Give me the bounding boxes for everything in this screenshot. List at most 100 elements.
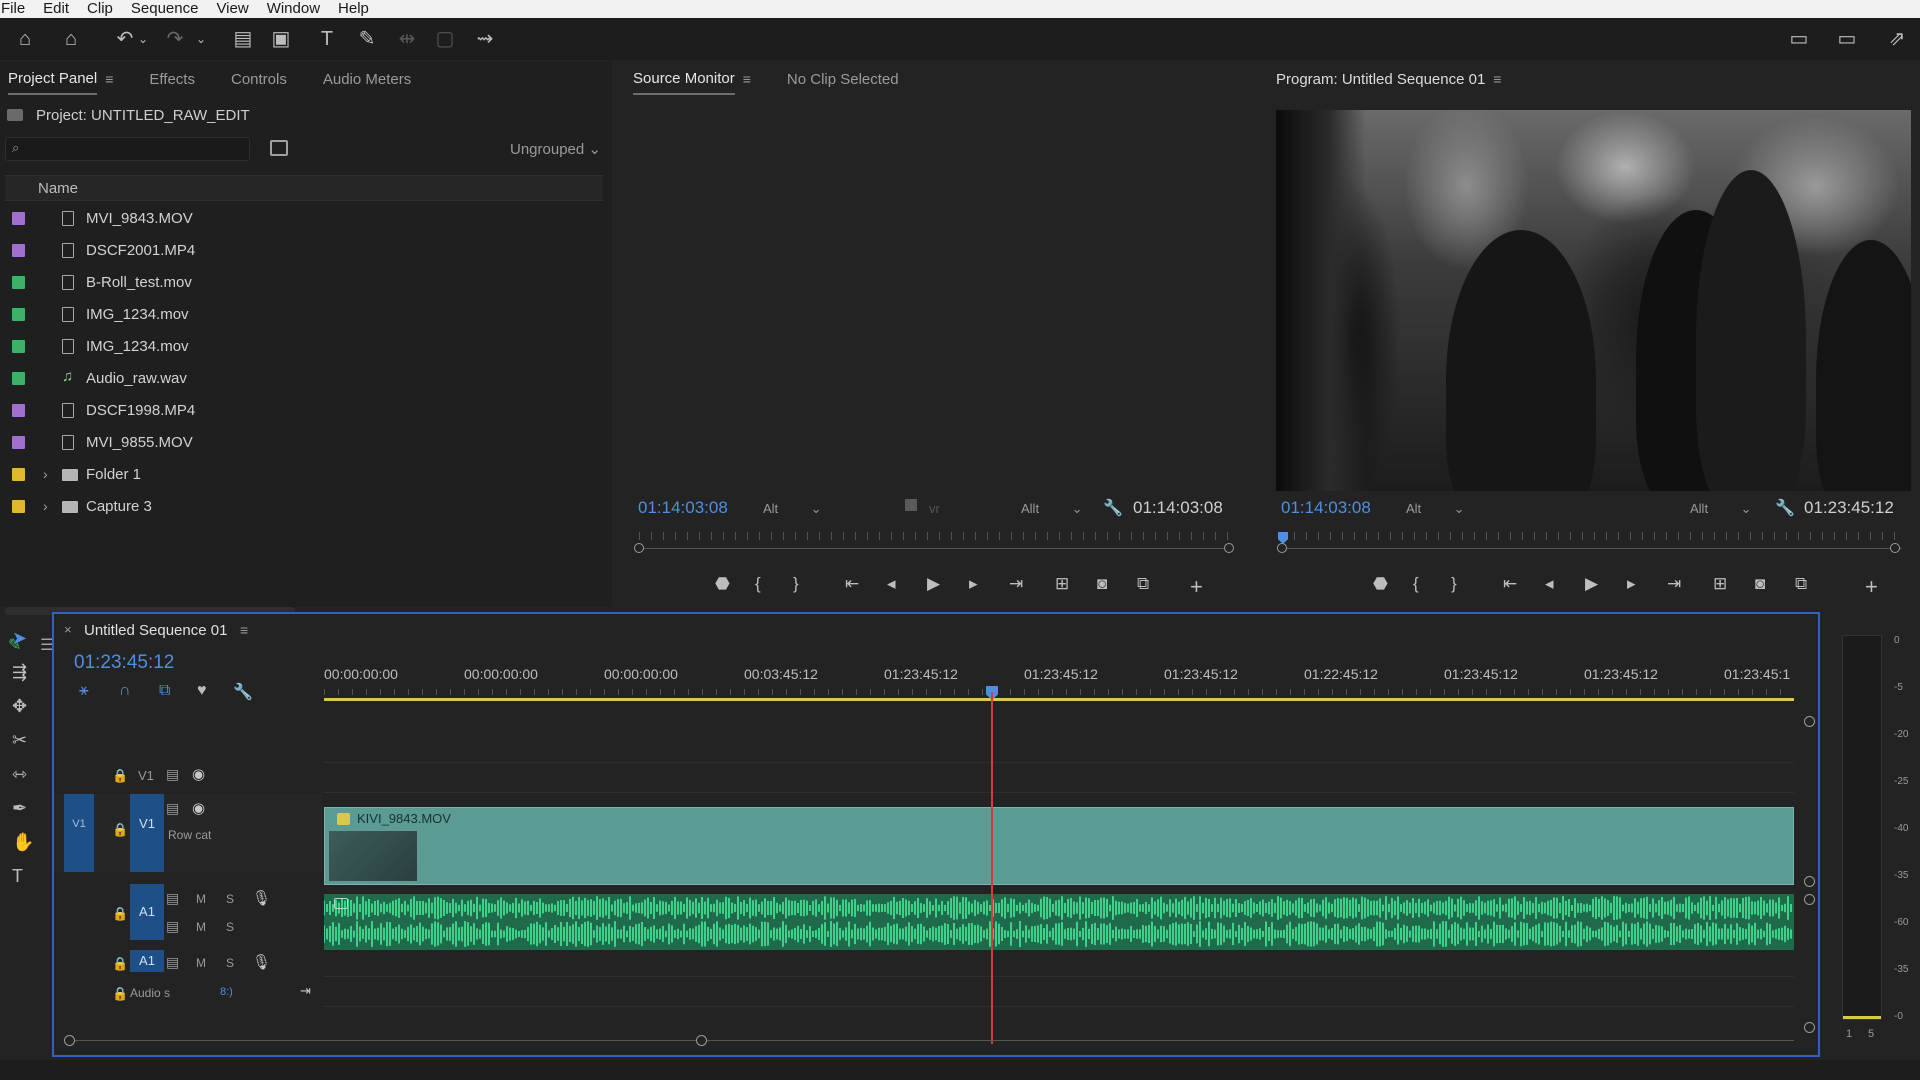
timeline-timecode[interactable]: 01:23:45:12 <box>74 652 174 674</box>
add-button-icon[interactable]: + <box>1190 574 1203 600</box>
a1c-mic-icon[interactable]: 🎙 <box>252 953 271 971</box>
playhead-line[interactable] <box>991 692 993 1044</box>
add-marker-timeline-icon[interactable]: ♥ <box>197 682 207 700</box>
program-timecode-in[interactable]: 01:14:03:08 <box>1281 498 1371 518</box>
trim-icon[interactable]: ⇹ <box>394 26 420 52</box>
tab-controls[interactable]: Controls <box>231 65 287 94</box>
vertical-scroll-bottom[interactable] <box>1804 1022 1815 1033</box>
tab-source-monitor[interactable]: Source Monitor <box>633 64 735 95</box>
redo-icon[interactable]: ↷ <box>162 26 188 52</box>
tab-effects[interactable]: Effects <box>149 65 195 94</box>
vr-icon[interactable]: vr <box>929 501 940 516</box>
label-color-swatch[interactable] <box>12 404 25 417</box>
project-item-row[interactable]: ♫ Audio_raw.wav <box>5 363 603 395</box>
label-color-swatch[interactable] <box>12 436 25 449</box>
export-frame-icon[interactable]: ◙ <box>1097 574 1107 594</box>
timeline-settings-icon[interactable]: 🔧 <box>233 682 253 702</box>
program-go-to-in-icon[interactable]: ⇤ <box>1503 574 1517 594</box>
project-item-row[interactable]: DSCF2001.MP4 <box>5 235 603 267</box>
source-zoom-end-handle[interactable] <box>1224 543 1234 553</box>
project-item-row[interactable]: B-Roll_test.mov <box>5 267 603 299</box>
monitor-icon[interactable]: ▣ <box>268 26 294 52</box>
meter-channel-1[interactable]: 1 <box>1846 1028 1852 1040</box>
play-icon[interactable]: ▶ <box>927 574 940 594</box>
project-item-row[interactable]: MVI_9843.MOV <box>5 203 603 235</box>
a1c-sync-icon[interactable]: ▤ <box>166 954 179 971</box>
step-back-icon[interactable]: ◂ <box>887 574 896 594</box>
program-resolution-dropdown[interactable]: Allt ⌄ <box>1690 501 1751 517</box>
meter-channel-2[interactable]: 5 <box>1868 1028 1874 1040</box>
label-color-swatch[interactable] <box>12 372 25 385</box>
project-item-row[interactable]: IMG_1234.mov <box>5 299 603 331</box>
menu-edit[interactable]: Edit <box>42 0 69 18</box>
mix-lock-icon[interactable]: 🔒 <box>112 986 128 1002</box>
nest-icon[interactable]: ⚹ <box>79 682 89 700</box>
crop-icon[interactable]: ▢ <box>432 26 458 52</box>
source-fit-dropdown[interactable]: Alt ⌄ <box>763 501 822 517</box>
a1-solo-button[interactable]: S <box>226 892 234 906</box>
track-target-a1b[interactable]: A1 <box>130 950 164 972</box>
sequence-title[interactable]: Untitled Sequence 01 <box>84 622 227 639</box>
timeline-ruler[interactable]: 00:00:00:00 00:00:00:00 00:00:00:00 00:03:4… <box>324 666 1804 686</box>
source-patch-v1[interactable]: V1 <box>64 794 94 872</box>
project-item-row[interactable]: MVI_9855.MOV <box>5 427 603 459</box>
label-color-swatch[interactable] <box>12 212 25 225</box>
timeline-zoom-end-handle[interactable] <box>696 1035 707 1046</box>
program-add-button-icon[interactable]: + <box>1865 574 1878 600</box>
program-mark-in-icon[interactable]: { <box>1413 574 1419 594</box>
project-item-row[interactable]: IMG_1234.mov <box>5 331 603 363</box>
track-select-tool-icon[interactable]: ⇶ <box>12 662 27 683</box>
source-zoom-start-handle[interactable] <box>634 543 644 553</box>
audio-scroll-handle[interactable] <box>1804 894 1815 905</box>
menu-window[interactable]: Window <box>266 0 320 18</box>
track-area[interactable]: KIVI_9843.MOV <box>324 714 1815 1034</box>
label-color-swatch[interactable] <box>12 468 25 481</box>
snap-icon[interactable]: ∩ <box>119 682 131 700</box>
go-to-end-icon[interactable]: ⇥ <box>300 983 311 999</box>
add-marker-icon[interactable]: ⬣ <box>715 574 730 594</box>
go-to-out-icon[interactable]: ⇥ <box>1009 574 1023 594</box>
program-video-frame[interactable] <box>1276 110 1911 491</box>
type-tool-icon[interactable]: T <box>12 866 23 887</box>
label-color-swatch[interactable] <box>12 308 25 321</box>
console-icon[interactable]: ▭ <box>1786 26 1812 52</box>
menu-view[interactable]: View <box>215 0 248 18</box>
go-to-in-icon[interactable]: ⇤ <box>845 574 859 594</box>
undo-dropdown-icon[interactable]: ⌄ <box>130 26 156 52</box>
tab-audio-meters[interactable]: Audio Meters <box>323 65 411 94</box>
program-go-to-out-icon[interactable]: ⇥ <box>1667 574 1681 594</box>
a1b-mute-button[interactable]: M <box>196 920 206 934</box>
program-export-frame-icon[interactable]: ◙ <box>1755 574 1765 594</box>
tab-project-panel[interactable]: Project Panel <box>8 64 98 95</box>
text-tool-icon[interactable]: T <box>314 26 340 52</box>
expand-folder-icon[interactable]: › <box>43 466 48 482</box>
label-color-swatch[interactable] <box>12 244 25 257</box>
home-icon[interactable]: ⌂ <box>12 26 38 52</box>
close-sequence-icon[interactable]: × <box>64 622 72 637</box>
v1-sync-icon[interactable]: ▤ <box>166 800 179 817</box>
project-item-row[interactable]: › Folder 1 <box>5 459 603 491</box>
source-viewer[interactable] <box>615 104 1255 494</box>
insert-icon[interactable]: ⊞ <box>1055 574 1069 594</box>
a1-mic-icon[interactable]: 🎙 <box>252 889 271 907</box>
program-step-forward-icon[interactable]: ▸ <box>1627 574 1636 594</box>
label-color-swatch[interactable] <box>12 276 25 289</box>
vertical-scroll-top[interactable] <box>1804 716 1815 727</box>
grouping-dropdown[interactable]: Ungrouped ⌄ <box>510 140 601 158</box>
a1c-mute-button[interactable]: M <box>196 956 206 970</box>
pen-tool-icon[interactable]: ✎ <box>354 26 380 52</box>
slip-tool-icon[interactable]: ⇿ <box>12 764 27 785</box>
a1-sync-icon[interactable]: ▤ <box>166 890 179 907</box>
razor-tool-icon[interactable]: ✂ <box>12 730 27 751</box>
menu-sequence[interactable]: Sequence <box>130 0 199 18</box>
v1-top-label[interactable]: V1 <box>138 768 154 783</box>
source-resolution-dropdown[interactable]: Allt ⌄ <box>1021 501 1082 517</box>
label-color-swatch[interactable] <box>12 500 25 513</box>
mark-out-icon[interactable]: } <box>793 574 799 594</box>
eye-icon[interactable]: ◉ <box>192 765 205 783</box>
track-target-v1[interactable]: V1 <box>130 794 164 872</box>
hand-tool-icon[interactable]: ✋ <box>12 832 34 853</box>
timeline-horizontal-scrollbar[interactable] <box>64 1034 1804 1048</box>
menu-help[interactable]: Help <box>337 0 369 18</box>
video-clip[interactable]: KIVI_9843.MOV <box>324 807 1794 885</box>
